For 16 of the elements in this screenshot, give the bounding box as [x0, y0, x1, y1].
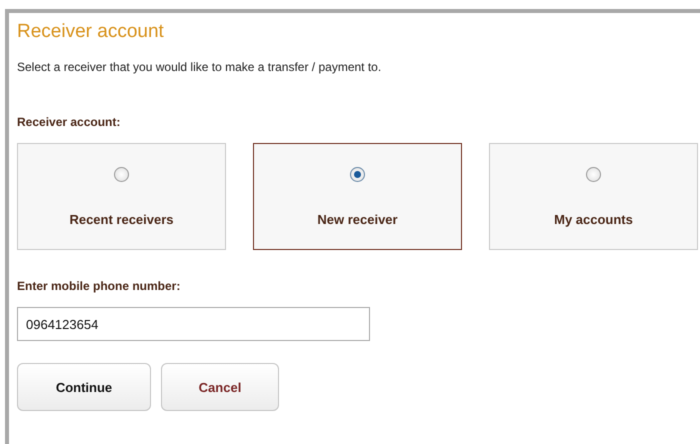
radio-button[interactable] [350, 167, 365, 182]
intro-text: Select a receiver that you would like to make a transfer / payment to. [17, 60, 382, 74]
field-label: Enter mobile phone number: [17, 279, 182, 293]
continue-button[interactable]: Continue [17, 363, 151, 411]
receiver-option[interactable]: New receiver [253, 143, 462, 250]
option-label: Recent receivers [69, 212, 174, 227]
receiver-option[interactable]: My accounts [489, 143, 698, 250]
section-title: Receiver account [17, 20, 165, 44]
option-label: New receiver [317, 212, 398, 227]
option-label: My accounts [554, 212, 633, 227]
radio-button[interactable] [586, 167, 601, 182]
receiver-option[interactable]: Recent receivers [17, 143, 226, 250]
cancel-button[interactable]: Cancel [161, 363, 279, 411]
phone-input-field[interactable]: 0964123654 [17, 307, 370, 341]
radio-button[interactable] [114, 167, 129, 182]
field-label: Receiver account: [17, 115, 122, 129]
